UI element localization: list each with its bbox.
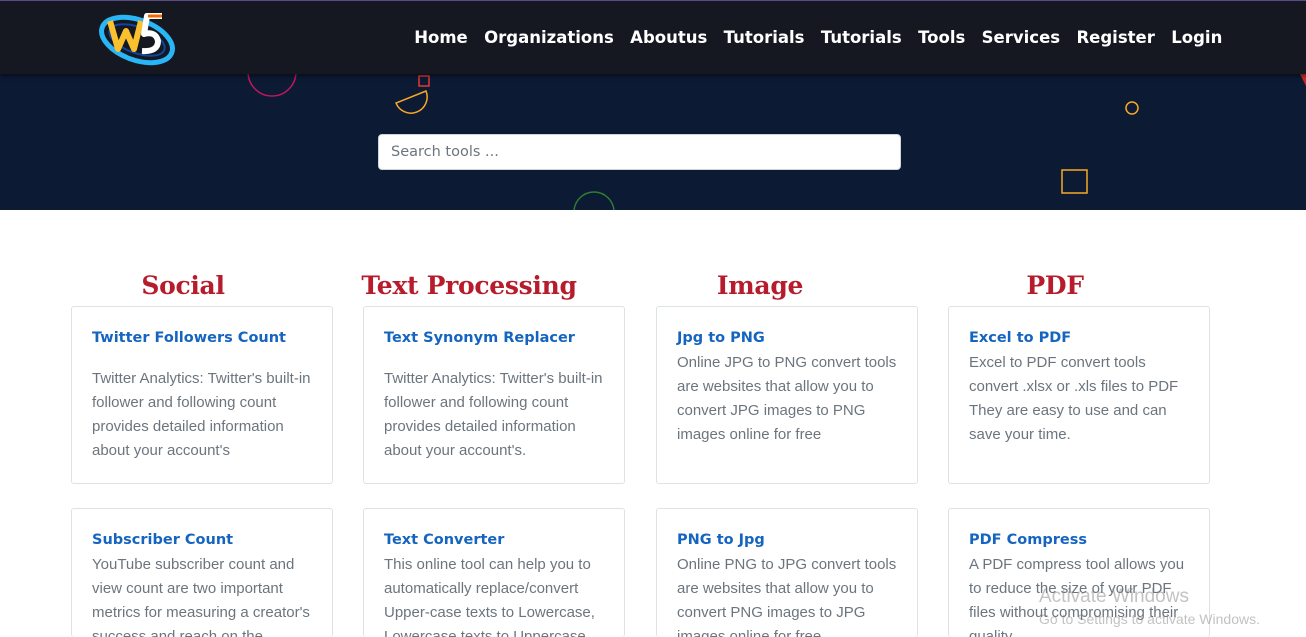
category-heading-pdf: PDF <box>1026 270 1084 300</box>
deco-semicircle <box>395 90 428 114</box>
tool-card-twitter-followers[interactable]: Twitter Followers Count Twitter Analytic… <box>71 306 333 484</box>
deco-square-red <box>418 75 430 87</box>
tool-card-title[interactable]: Subscriber Count <box>92 532 233 548</box>
tool-card-description: This online tool can help you to automat… <box>384 556 595 637</box>
tool-card-subscriber-count[interactable]: Subscriber Count YouTube subscriber coun… <box>71 508 333 637</box>
tool-card-title[interactable]: PDF Compress <box>969 532 1087 548</box>
nav-services[interactable]: Services <box>982 26 1060 50</box>
category-heading-text-processing: Text Processing <box>361 270 577 300</box>
tool-card-text-converter[interactable]: Text Converter This online tool can help… <box>363 508 625 637</box>
tool-card-text-synonym[interactable]: Text Synonym Replacer Twitter Analytics:… <box>363 306 625 484</box>
windows-activation-watermark-title: Activate Windows <box>1039 586 1189 607</box>
tool-card-title[interactable]: Text Converter <box>384 532 504 548</box>
search-input[interactable] <box>378 134 901 170</box>
deco-circle-small <box>1125 101 1139 115</box>
category-heading-social: Social <box>141 270 225 300</box>
tool-card-title[interactable]: Twitter Followers Count <box>92 330 286 346</box>
tool-card-description: Twitter Analytics: Twitter's built-in fo… <box>92 370 311 459</box>
tool-card-title[interactable]: Jpg to PNG <box>677 330 765 346</box>
main-nav: Home Organizations Aboutus Tutorials Tut… <box>406 26 1231 50</box>
deco-square-yellow <box>1061 169 1088 194</box>
tool-card-jpg-to-png[interactable]: Jpg to PNG Online JPG to PNG convert too… <box>656 306 918 484</box>
category-heading-image: Image <box>716 270 804 300</box>
tool-card-description: Online JPG to PNG convert tools are webs… <box>677 354 897 443</box>
deco-arc-green <box>573 191 615 210</box>
site-logo[interactable] <box>96 9 178 67</box>
nav-tutorials[interactable]: Tutorials <box>724 26 805 50</box>
nav-tools[interactable]: Tools <box>918 26 965 50</box>
tool-card-title[interactable]: PNG to Jpg <box>677 532 765 548</box>
hero-banner <box>0 74 1306 210</box>
tool-card-title[interactable]: Text Synonym Replacer <box>384 330 575 346</box>
deco-triangle <box>1300 74 1306 86</box>
nav-aboutus[interactable]: Aboutus <box>630 26 707 50</box>
nav-tutorials-2[interactable]: Tutorials <box>821 26 902 50</box>
tool-card-png-to-jpg[interactable]: PNG to Jpg Online PNG to JPG convert too… <box>656 508 918 637</box>
nav-home[interactable]: Home <box>414 26 468 50</box>
tool-card-description: Excel to PDF convert tools convert .xlsx… <box>969 354 1179 443</box>
tool-card-description: Twitter Analytics: Twitter's built-in fo… <box>384 370 603 459</box>
nav-login[interactable]: Login <box>1171 26 1222 50</box>
tool-card-description: YouTube subscriber count and view count … <box>92 556 310 637</box>
tool-card-excel-to-pdf[interactable]: Excel to PDF Excel to PDF convert tools … <box>948 306 1210 484</box>
tool-card-title[interactable]: Excel to PDF <box>969 330 1071 346</box>
deco-circle-arc <box>247 74 297 97</box>
nav-organizations[interactable]: Organizations <box>484 26 614 50</box>
windows-activation-watermark-subtitle: Go to Settings to activate Windows. <box>1039 611 1260 627</box>
tool-card-description: Online PNG to JPG convert tools are webs… <box>677 556 897 637</box>
navbar: Home Organizations Aboutus Tutorials Tut… <box>0 0 1306 74</box>
nav-register[interactable]: Register <box>1076 26 1154 50</box>
